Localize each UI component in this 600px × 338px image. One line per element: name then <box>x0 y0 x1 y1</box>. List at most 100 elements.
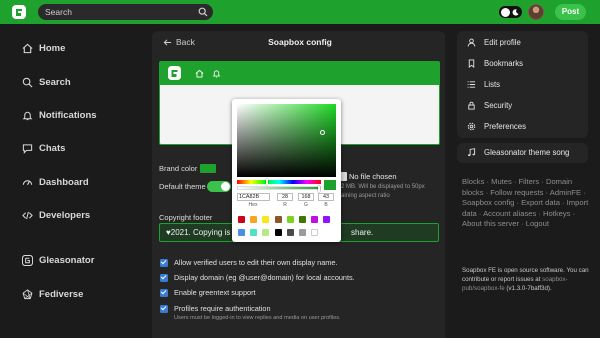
code-icon <box>22 211 33 219</box>
home-icon <box>195 69 204 78</box>
file-hint: 2 MB. Will be displayed to 50px <box>341 184 425 190</box>
footer-links[interactable]: Blocks · Mutes · Filters · Domain blocks… <box>462 177 592 230</box>
copyright-text-left: ♥2021. Copying is a <box>166 228 238 237</box>
file-status: No file chosen <box>349 172 397 181</box>
nav-item-notifications[interactable]: Notifications <box>22 105 97 125</box>
checkbox-display-domain[interactable]: Display domain (eg @user@domain) for loc… <box>160 273 355 282</box>
hue-thumb[interactable] <box>266 179 268 185</box>
preset-color-swatch[interactable] <box>250 229 258 236</box>
hex-input[interactable]: 1CA82B <box>237 193 270 201</box>
preset-color-swatch[interactable] <box>274 216 282 223</box>
saturation-area[interactable] <box>237 104 336 177</box>
nav-label: Home <box>39 42 66 54</box>
nav-item-dashboard[interactable]: Dashboard <box>22 172 89 192</box>
theme-song-link[interactable]: Gleasonator theme song <box>467 148 569 157</box>
top-navbar: Post <box>0 0 600 24</box>
logo-icon <box>22 254 33 266</box>
alpha-slider[interactable] <box>237 186 321 192</box>
arrow-left-icon <box>163 38 172 46</box>
preset-color-swatch[interactable] <box>311 229 319 236</box>
alpha-thumb[interactable] <box>318 186 320 192</box>
checkbox-profiles-auth[interactable]: Profiles require authentication <box>160 304 271 313</box>
default-theme-toggle[interactable] <box>207 181 231 192</box>
post-button[interactable]: Post <box>555 4 586 20</box>
menu-label: Lists <box>484 80 501 89</box>
saturation-cursor[interactable] <box>320 130 325 135</box>
menu-label: Security <box>484 101 513 110</box>
preset-color-swatch[interactable] <box>250 216 258 223</box>
search-input[interactable] <box>45 4 193 20</box>
search-icon <box>22 77 33 87</box>
checkbox-verified-display-name[interactable]: Allow verified users to edit their own d… <box>160 258 337 267</box>
back-label: Back <box>176 37 195 47</box>
nav-label: Gleasonator <box>39 254 95 266</box>
menu-preferences[interactable]: Preferences <box>467 122 526 131</box>
menu-lists[interactable]: Lists <box>467 80 500 89</box>
search-icon[interactable] <box>198 7 208 17</box>
checkbox-label: Display domain (eg @user@domain) for loc… <box>174 273 355 282</box>
soapbox-logo-icon[interactable] <box>12 5 26 19</box>
checkbox-greentext[interactable]: Enable greentext support <box>160 288 256 297</box>
default-theme-label: Default theme <box>159 182 206 191</box>
color-picker-popover: 1CA82B 28 168 43 Hex R G B <box>232 99 341 242</box>
g-label: G <box>304 202 308 208</box>
preset-color-swatch[interactable] <box>238 216 245 223</box>
back-button[interactable]: Back <box>163 37 195 47</box>
auth-hint: Users must be logged-in to view replies … <box>174 315 341 321</box>
checkbox-label: Profiles require authentication <box>174 304 271 313</box>
preset-color-swatch[interactable] <box>286 216 294 223</box>
checkbox[interactable] <box>160 273 168 282</box>
nav-label: Developers <box>39 209 91 221</box>
user-avatar[interactable] <box>528 4 544 20</box>
preset-color-swatch[interactable] <box>274 229 282 236</box>
nav-item-developers[interactable]: Developers <box>22 205 90 225</box>
preset-color-swatch[interactable] <box>286 229 294 236</box>
preview-navbar <box>160 62 439 85</box>
hue-slider[interactable] <box>237 179 321 185</box>
toggle-knob <box>221 182 230 191</box>
user-icon <box>467 38 476 47</box>
version-text: (v1.3.0-7baff3d). <box>506 285 552 292</box>
menu-label: Preferences <box>484 122 527 131</box>
menu-label: Edit profile <box>484 38 521 47</box>
checkbox[interactable] <box>160 288 168 297</box>
preset-color-swatch[interactable] <box>311 216 319 223</box>
preset-color-swatch[interactable] <box>262 216 270 223</box>
search-bar[interactable] <box>38 4 213 20</box>
bell-icon <box>212 70 221 78</box>
color-preview <box>324 180 336 190</box>
bookmark-icon <box>468 59 475 68</box>
b-input[interactable]: 43 <box>318 193 334 201</box>
nav-label: Notifications <box>39 109 97 121</box>
r-input[interactable]: 28 <box>277 193 293 201</box>
toggle-knob <box>500 7 510 17</box>
nav-label: Chats <box>39 142 66 154</box>
g-input[interactable]: 168 <box>298 193 314 201</box>
preset-color-swatch[interactable] <box>238 229 245 236</box>
preset-color-swatch[interactable] <box>299 229 306 236</box>
menu-security[interactable]: Security <box>467 101 512 110</box>
preset-color-swatch[interactable] <box>323 216 331 223</box>
dark-mode-toggle[interactable] <box>499 6 522 18</box>
bell-icon <box>22 111 33 120</box>
nav-item-fediverse[interactable]: Fediverse <box>22 284 83 304</box>
preset-color-swatch[interactable] <box>299 216 306 223</box>
nav-item-search[interactable]: Search <box>22 72 71 92</box>
nav-item-gleasonator[interactable]: Gleasonator <box>22 250 94 270</box>
nav-label: Fediverse <box>39 288 84 300</box>
brand-color-swatch[interactable] <box>200 164 216 173</box>
nav-item-chats[interactable]: Chats <box>22 138 65 158</box>
checkbox[interactable] <box>160 258 168 267</box>
preset-color-swatch[interactable] <box>262 229 270 236</box>
checkbox[interactable] <box>160 304 168 313</box>
theme-song-label: Gleasonator theme song <box>484 148 570 157</box>
menu-bookmarks[interactable]: Bookmarks <box>467 59 523 68</box>
hex-label: Hex <box>248 202 258 208</box>
b-label: B <box>324 202 328 208</box>
fediverse-icon <box>22 288 33 299</box>
list-icon <box>467 81 476 88</box>
dashboard-icon <box>22 179 33 185</box>
file-hint: aining aspect ratio <box>341 193 390 199</box>
menu-edit-profile[interactable]: Edit profile <box>467 38 521 47</box>
nav-item-home[interactable]: Home <box>22 38 65 58</box>
